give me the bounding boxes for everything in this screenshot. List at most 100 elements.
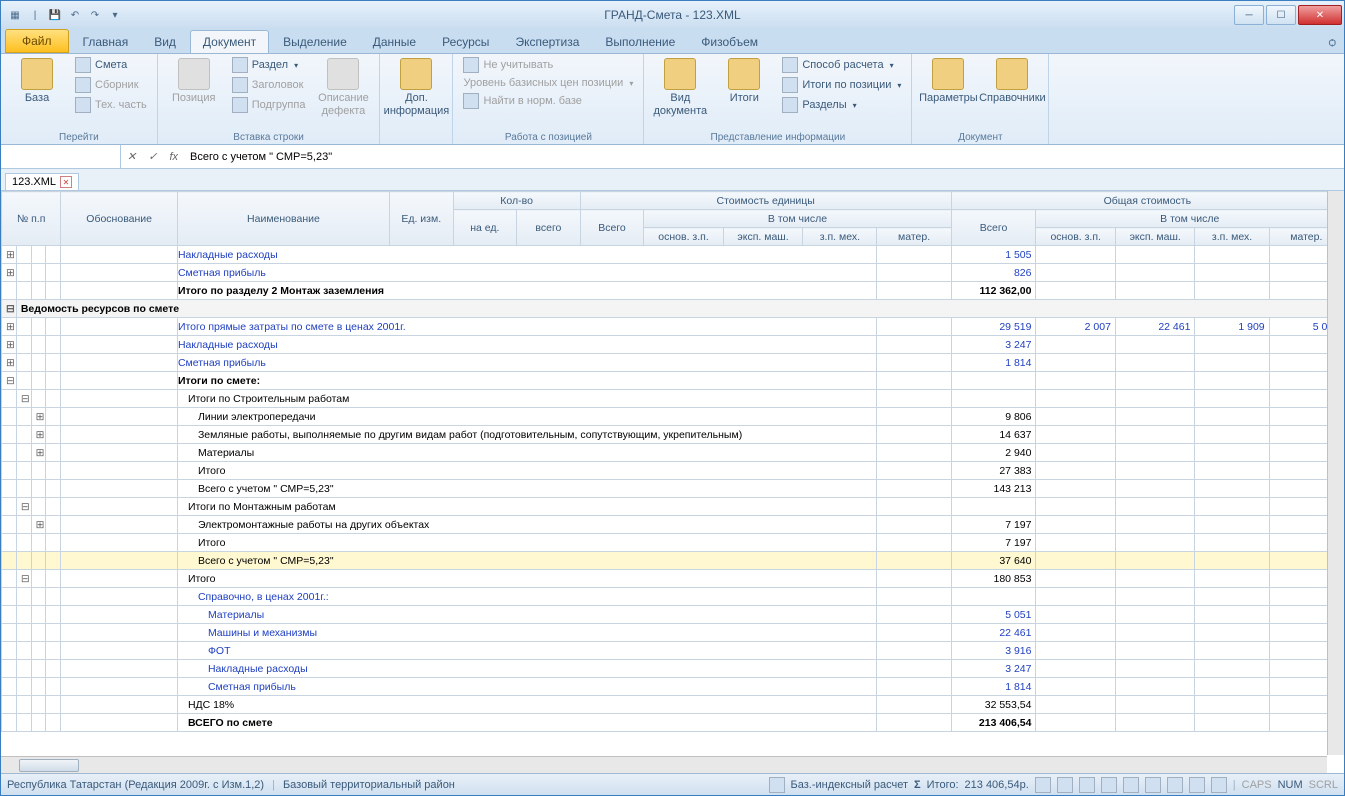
table-row[interactable]: ⊞Материалы2 940 — [2, 444, 1344, 462]
expand-icon[interactable]: ⊞ — [2, 246, 17, 264]
table-row[interactable]: Справочно, в ценах 2001г.: — [2, 588, 1344, 606]
table-row[interactable]: ⊞Линии электропередачи9 806 — [2, 408, 1344, 426]
horizontal-scrollbar[interactable] — [1, 756, 1327, 773]
expand-icon[interactable]: ⊞ — [2, 354, 17, 372]
status-ico3[interactable] — [1079, 777, 1095, 793]
tab-view[interactable]: Вид — [142, 31, 188, 53]
table-row[interactable]: ⊟Итоги по смете: — [2, 372, 1344, 390]
table-row[interactable]: ⊞Сметная прибыль826 — [2, 264, 1344, 282]
fx-icon[interactable]: fx — [163, 151, 184, 163]
sections-button[interactable]: Разделы▾ — [778, 96, 905, 114]
docview-button[interactable]: Вид документа — [650, 56, 710, 119]
table-row[interactable]: ⊞Накладные расходы1 505 — [2, 246, 1344, 264]
calcmethod-button[interactable]: Способ расчета▾ — [778, 56, 905, 74]
tab-selection[interactable]: Выделение — [271, 31, 359, 53]
status-ico2[interactable] — [1057, 777, 1073, 793]
expand-icon[interactable]: ⊞ — [2, 318, 17, 336]
status-ico5[interactable] — [1123, 777, 1139, 793]
table-row[interactable]: ⊞Электромонтажные работы на других объек… — [2, 516, 1344, 534]
vertical-scrollbar[interactable] — [1327, 191, 1344, 755]
expand-icon[interactable]: ⊞ — [31, 516, 46, 534]
header-button[interactable]: Заголовок — [228, 76, 310, 94]
close-button[interactable]: ✕ — [1298, 5, 1342, 25]
table-row[interactable]: ФОТ3 916 — [2, 642, 1344, 660]
table-row[interactable]: ⊞Итого прямые затраты по смете в ценах 2… — [2, 318, 1344, 336]
techpart-button[interactable]: Тех. часть — [71, 96, 151, 114]
table-row[interactable]: Сметная прибыль1 814 — [2, 678, 1344, 696]
expand-icon[interactable]: ⊟ — [16, 570, 31, 588]
tab-document[interactable]: Документ — [190, 30, 269, 53]
expand-icon[interactable]: ⊞ — [31, 408, 46, 426]
addinfo-button[interactable]: Доп. информация — [386, 56, 446, 119]
table-row[interactable]: ⊞Земляные работы, выполняемые по другим … — [2, 426, 1344, 444]
name-box[interactable] — [1, 145, 121, 168]
ignore-button[interactable]: Не учитывать — [459, 56, 637, 74]
table-row[interactable]: Машины и механизмы22 461 — [2, 624, 1344, 642]
table-row[interactable]: НДС 18%32 553,54 — [2, 696, 1344, 714]
expand-icon[interactable]: ⊞ — [2, 264, 17, 282]
redo-icon[interactable]: ↷ — [87, 7, 103, 23]
expand-icon[interactable]: ⊟ — [2, 300, 17, 318]
table-row[interactable]: Накладные расходы3 247 — [2, 660, 1344, 678]
maximize-button[interactable]: ☐ — [1266, 5, 1296, 25]
formula-ok-icon[interactable]: ✓ — [142, 150, 163, 163]
status-ico6[interactable] — [1145, 777, 1161, 793]
tab-execution[interactable]: Выполнение — [593, 31, 687, 53]
table-row[interactable]: ⊟Ведомость ресурсов по смете — [2, 300, 1344, 318]
expand-icon[interactable]: ⊟ — [16, 390, 31, 408]
table-row[interactable]: ВСЕГО по смете213 406,54 — [2, 714, 1344, 732]
table-row[interactable]: Всего с учетом " СМР=5,23"143 213 — [2, 480, 1344, 498]
table-row[interactable]: ⊞Накладные расходы3 247 — [2, 336, 1344, 354]
collection-button[interactable]: Сборник — [71, 76, 151, 94]
findnorm-button[interactable]: Найти в норм. базе — [459, 92, 637, 110]
table-row[interactable]: ⊟Итоги по Монтажным работам — [2, 498, 1344, 516]
status-ico4[interactable] — [1101, 777, 1117, 793]
params-button[interactable]: Параметры — [918, 56, 978, 107]
tab-resources[interactable]: Ресурсы — [430, 31, 501, 53]
undo-icon[interactable]: ↶ — [67, 7, 83, 23]
position-button[interactable]: Позиция — [164, 56, 224, 107]
expand-icon[interactable]: ⊟ — [16, 498, 31, 516]
file-tab[interactable]: Файл — [5, 29, 69, 53]
status-ico1[interactable] — [1035, 777, 1051, 793]
positiontotals-button[interactable]: Итоги по позиции▾ — [778, 76, 905, 94]
expand-icon[interactable]: ⊟ — [2, 372, 17, 390]
expand-icon[interactable]: ⊞ — [2, 336, 17, 354]
table-row[interactable]: ⊞Сметная прибыль1 814 — [2, 354, 1344, 372]
pricelevel-button[interactable]: Уровень базисных цен позиции▾ — [459, 76, 637, 90]
tab-data[interactable]: Данные — [361, 31, 428, 53]
document-tab[interactable]: 123.XML ✕ — [5, 173, 79, 190]
tab-home[interactable]: Главная — [71, 31, 141, 53]
ribbon-help-icon[interactable]: ѻ — [1321, 31, 1344, 53]
section-button[interactable]: Раздел▾ — [228, 56, 310, 74]
table-row[interactable]: ⊟Итого180 853 — [2, 570, 1344, 588]
tab-expertise[interactable]: Экспертиза — [503, 31, 591, 53]
estimate-grid[interactable]: № п.п Обоснование Наименование Ед. изм. … — [1, 191, 1344, 732]
references-button[interactable]: Справочники — [982, 56, 1042, 107]
grid-body[interactable]: ⊞Накладные расходы1 505⊞Сметная прибыль8… — [2, 246, 1344, 732]
table-row[interactable]: Итого27 383 — [2, 462, 1344, 480]
expand-icon[interactable]: ⊞ — [31, 444, 46, 462]
estimate-button[interactable]: Смета — [71, 56, 151, 74]
tab-physvolume[interactable]: Физобъем — [689, 31, 770, 53]
minimize-button[interactable]: ─ — [1234, 5, 1264, 25]
close-tab-icon[interactable]: ✕ — [60, 176, 72, 188]
status-ico8[interactable] — [1189, 777, 1205, 793]
expand-icon[interactable]: ⊞ — [31, 426, 46, 444]
formula-input[interactable] — [184, 145, 1344, 168]
formula-cancel-icon[interactable]: ✕ — [121, 150, 142, 163]
scroll-thumb[interactable] — [19, 759, 79, 772]
save-icon[interactable]: 💾 — [47, 7, 63, 23]
table-row[interactable]: Всего с учетом " СМР=5,23"37 640 — [2, 552, 1344, 570]
table-row[interactable]: Итого7 197 — [2, 534, 1344, 552]
totals-button[interactable]: Итоги — [714, 56, 774, 107]
table-row[interactable]: ⊟Итоги по Строительным работам — [2, 390, 1344, 408]
subgroup-button[interactable]: Подгруппа — [228, 96, 310, 114]
table-row[interactable]: Итого по разделу 2 Монтаж заземления112 … — [2, 282, 1344, 300]
defect-button[interactable]: Описание дефекта — [313, 56, 373, 119]
qat-dropdown-icon[interactable]: ▾ — [107, 7, 123, 23]
table-row[interactable]: Материалы5 051 — [2, 606, 1344, 624]
status-ico7[interactable] — [1167, 777, 1183, 793]
base-button[interactable]: База — [7, 56, 67, 107]
status-ico9[interactable] — [1211, 777, 1227, 793]
